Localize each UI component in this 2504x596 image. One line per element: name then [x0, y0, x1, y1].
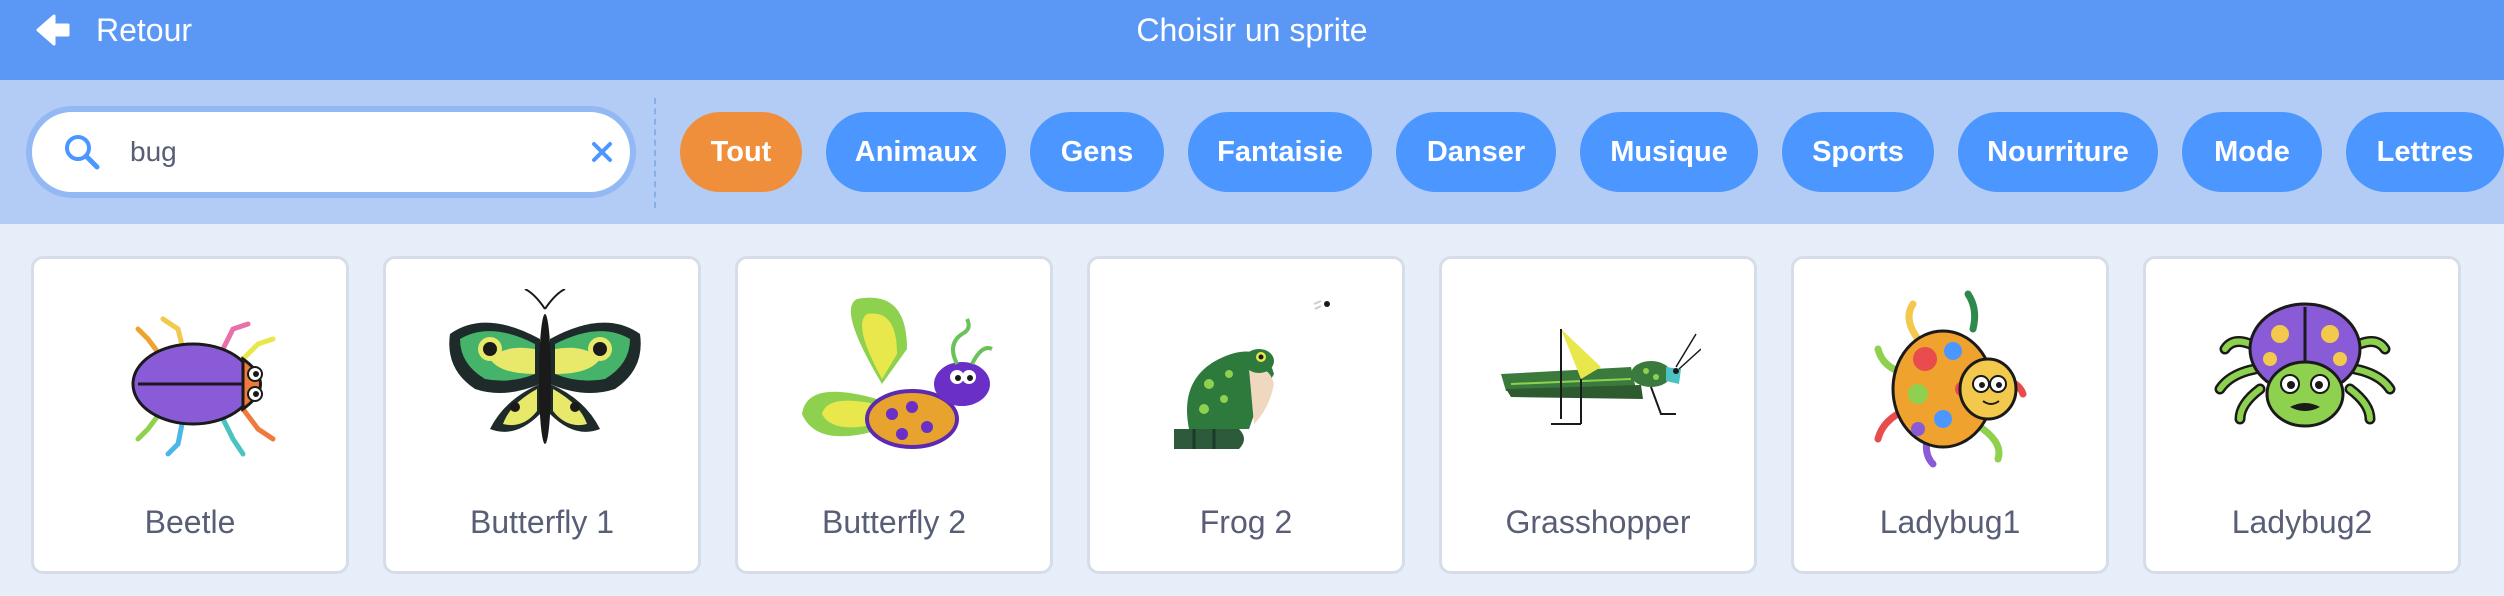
category-tout[interactable]: Tout	[680, 112, 802, 192]
category-mode[interactable]: Mode	[2182, 112, 2322, 192]
close-icon[interactable]	[588, 138, 616, 166]
category-animaux[interactable]: Animaux	[826, 112, 1006, 192]
sprite-name: Butterfly 1	[469, 504, 615, 540]
sprite-name: Grasshopper	[1505, 504, 1691, 540]
search-icon	[65, 135, 100, 170]
sprite-card-butterfly-2[interactable]: Butterfly 2	[735, 256, 1053, 574]
category-sports[interactable]: Sports	[1782, 112, 1934, 192]
filter-bar: Tout Animaux Gens Fantaisie Danser Musiq…	[0, 80, 2504, 224]
ladybug-thumbnail	[1874, 290, 2027, 468]
sprite-name: Ladybug1	[1879, 504, 2021, 540]
sprite-name: Butterfly 2	[821, 504, 967, 540]
sprite-card-ladybug1[interactable]: Ladybug1	[1791, 256, 2109, 574]
category-gens[interactable]: Gens	[1030, 112, 1164, 192]
butterfly-thumbnail	[802, 297, 993, 449]
sprite-name: Frog 2	[1199, 504, 1293, 540]
modal-header: Retour Choisir un sprite	[0, 0, 2504, 80]
category-lettres[interactable]: Lettres	[2346, 112, 2504, 192]
category-nourriture[interactable]: Nourriture	[1958, 112, 2158, 192]
frog-thumbnail	[1174, 300, 1330, 449]
sprite-card-butterfly-1[interactable]: Butterfly 1	[383, 256, 701, 574]
sprite-name: Ladybug2	[2231, 504, 2373, 540]
sprite-card-grasshopper[interactable]: Grasshopper	[1439, 256, 1757, 574]
sprite-name: Beetle	[144, 504, 236, 540]
sprite-card-beetle[interactable]: Beetle	[31, 256, 349, 574]
category-fantaisie[interactable]: Fantaisie	[1188, 112, 1372, 192]
sprite-card-ladybug2[interactable]: Ladybug2	[2143, 256, 2461, 574]
beetle-thumbnail	[131, 316, 276, 457]
category-musique[interactable]: Musique	[1580, 112, 1758, 192]
search-input[interactable]	[130, 128, 530, 176]
ladybug-thumbnail	[2214, 302, 2396, 428]
sprite-card-frog-2[interactable]: Frog 2	[1087, 256, 1405, 574]
page-title: Choisir un sprite	[1136, 12, 1368, 48]
grasshopper-thumbnail	[1501, 329, 1701, 425]
search-box[interactable]	[26, 106, 636, 198]
category-danser[interactable]: Danser	[1396, 112, 1556, 192]
divider	[654, 98, 656, 208]
butterfly-thumbnail	[449, 289, 641, 444]
